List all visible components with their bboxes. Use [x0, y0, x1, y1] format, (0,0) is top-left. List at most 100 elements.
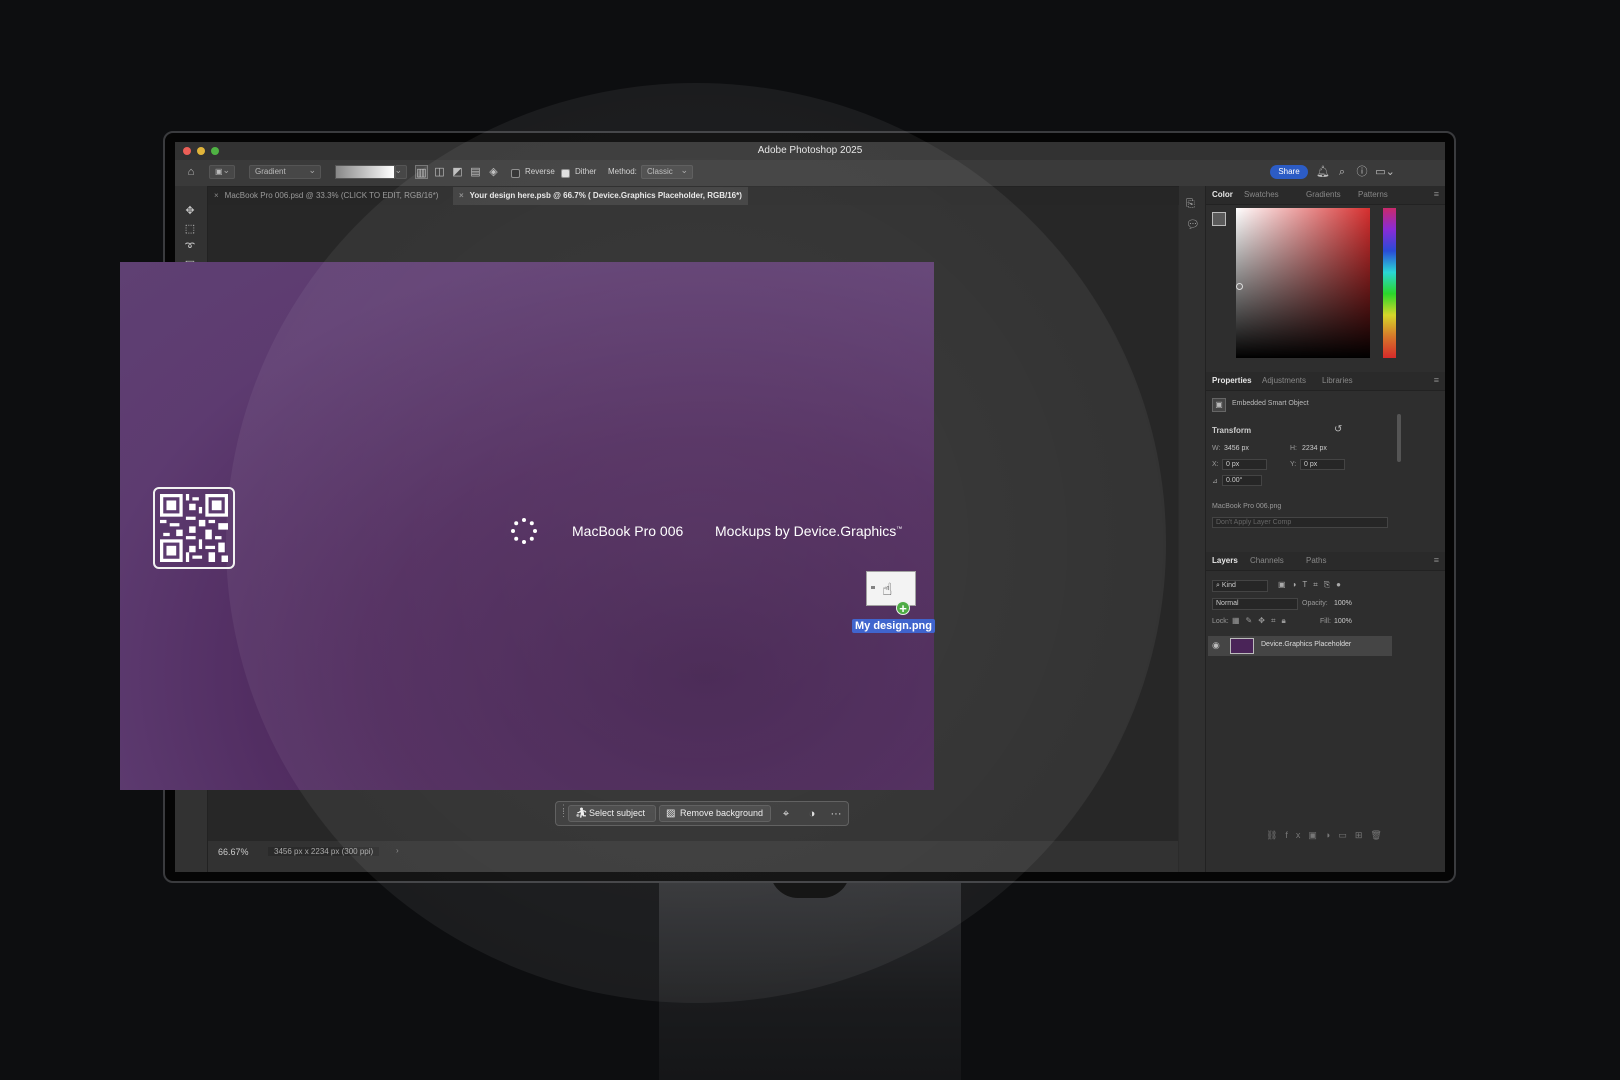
width-value[interactable]: 3456 px [1224, 445, 1249, 452]
remove-background-label: Remove background [680, 808, 764, 818]
reverse-label: Reverse [525, 167, 555, 176]
history-panel-icon[interactable]: ⎘ [1186, 198, 1195, 211]
reflected-gradient-icon[interactable]: ▤ [469, 165, 482, 179]
y-input[interactable]: 0 px [1300, 459, 1345, 470]
tab-macbook-pro-psd[interactable]: × MacBook Pro 006.psd @ 33.3% (CLICK TO E… [208, 187, 453, 205]
status-bar: 66.67% 3456 px x 2234 px (300 ppi) › [208, 841, 1178, 872]
x-label: X: [1212, 461, 1219, 468]
tab-patterns[interactable]: Patterns [1358, 190, 1388, 199]
tab-channels[interactable]: Channels [1250, 556, 1284, 565]
layers-panel-tabs: Layers Channels Paths ≡ [1206, 552, 1445, 571]
color-panel-tabs: Color Swatches Gradients Patterns ≡ [1206, 186, 1445, 205]
tool-preset-picker[interactable]: ▣ [209, 164, 235, 179]
more-options-icon[interactable]: ··· [828, 806, 844, 822]
monitor-stand [659, 883, 961, 1080]
add-copy-icon: + [896, 601, 910, 615]
tab-your-design-psb[interactable]: × Your design here.psb @ 66.7% ( Device.G… [453, 187, 748, 205]
panel-menu-icon[interactable]: ≡ [1434, 375, 1439, 385]
loading-spinner-icon [511, 518, 537, 544]
tab-swatches[interactable]: Swatches [1244, 190, 1279, 199]
dither-label: Dither [575, 167, 597, 176]
tab-properties[interactable]: Properties [1212, 376, 1252, 385]
qr-code [153, 487, 235, 569]
document-tabs: × MacBook Pro 006.psd @ 33.3% (CLICK TO E… [208, 187, 1208, 205]
linear-gradient-icon[interactable]: ▥ [415, 165, 428, 179]
select-subject-label: Select subject [589, 808, 646, 818]
lock-icons[interactable]: ▦✎✥⌗🔒︎ [1232, 616, 1292, 626]
fill-value[interactable]: 100% [1334, 618, 1352, 625]
color-picker-cursor[interactable] [1236, 283, 1243, 290]
y-label: Y: [1290, 461, 1297, 468]
gradient-picker-arrow[interactable] [394, 164, 407, 179]
remove-background-button[interactable]: ▨ Remove background [659, 805, 771, 822]
document-canvas[interactable]: MacBook Pro 006 Mockups by Device.Graphi… [120, 262, 934, 790]
height-value[interactable]: 2234 px [1302, 445, 1327, 452]
person-icon: ⛹︎ [575, 808, 588, 819]
method-label: Method: [608, 167, 637, 176]
x-input[interactable]: 0 px [1222, 459, 1267, 470]
close-tab-icon[interactable]: × [214, 191, 219, 200]
linked-file-name: MacBook Pro 006.png [1212, 503, 1282, 510]
close-tab-icon[interactable]: × [459, 191, 464, 200]
gradient-swatch[interactable] [335, 165, 395, 179]
document-info[interactable]: 3456 px x 2234 px (300 ppi) [268, 847, 380, 856]
angle-gradient-icon[interactable]: ◩ [451, 165, 464, 179]
bell-icon[interactable]: 🔔︎ [1316, 165, 1330, 179]
radial-gradient-icon[interactable]: ◫ [433, 165, 446, 179]
opacity-label: Opacity: [1302, 600, 1328, 607]
tab-adjustments[interactable]: Adjustments [1262, 376, 1306, 385]
home-icon[interactable]: ⌂ [183, 165, 199, 179]
transform-heading: Transform [1212, 426, 1252, 435]
panel-menu-icon[interactable]: ≡ [1434, 189, 1439, 199]
gradient-preset-dropdown[interactable]: Gradient [249, 164, 321, 179]
help-icon[interactable]: ⓘ [1355, 165, 1369, 179]
image-icon: ▨ [666, 808, 676, 819]
adjustment-icon[interactable]: ◑ [804, 806, 820, 822]
tab-paths[interactable]: Paths [1306, 556, 1326, 565]
reset-transform-icon[interactable]: ↺ [1334, 424, 1342, 435]
hand-cursor-icon: ☝︎ [882, 580, 893, 599]
diamond-gradient-icon[interactable]: ◈ [487, 165, 500, 179]
lasso-tool-icon[interactable]: ➰︎ [182, 240, 198, 254]
color-fg-swatch[interactable] [1212, 212, 1226, 226]
tab-color[interactable]: Color [1212, 190, 1233, 199]
panel-icon-strip: ⎘ 💬︎ [1179, 186, 1206, 872]
transform-icon[interactable]: ⌖ [778, 806, 794, 822]
color-picker-field[interactable] [1236, 208, 1370, 358]
method-dropdown[interactable]: Classic [641, 164, 693, 179]
qr-code-pattern [160, 494, 228, 562]
layer-comp-dropdown[interactable]: Don't Apply Layer Comp [1212, 517, 1388, 528]
status-chevron-icon[interactable]: › [396, 846, 399, 855]
eye-icon[interactable]: ◉ [1212, 640, 1220, 651]
opacity-value[interactable]: 100% [1334, 600, 1352, 607]
drag-handle-icon[interactable]: ⋮ ⋮ [559, 804, 568, 818]
layer-filter-icons[interactable]: ▣◑T⌗⎘● [1278, 580, 1347, 590]
properties-panel-tabs: Properties Adjustments Libraries ≡ [1206, 372, 1445, 391]
tab-gradients[interactable]: Gradients [1306, 190, 1341, 199]
tab-layers[interactable]: Layers [1212, 556, 1238, 565]
marquee-tool-icon[interactable]: ⬚ [182, 222, 198, 236]
layer-filter-kind[interactable]: ⌕ Kind [1212, 580, 1268, 592]
layer-row[interactable]: ◉ Device.Graphics Placeholder [1208, 636, 1392, 656]
comments-panel-icon[interactable]: 💬︎ [1186, 218, 1200, 231]
tab-libraries[interactable]: Libraries [1322, 376, 1353, 385]
right-panels: Color Swatches Gradients Patterns ≡ Prop… [1206, 186, 1445, 872]
select-subject-button[interactable]: ⛹︎ Select subject [568, 805, 656, 822]
move-tool-icon[interactable]: ✥ [182, 204, 198, 218]
hue-slider[interactable] [1383, 208, 1396, 358]
blend-mode-dropdown[interactable]: Normal [1212, 598, 1298, 610]
panel-menu-icon[interactable]: ≡ [1434, 555, 1439, 565]
angle-input[interactable]: 0.00° [1222, 475, 1262, 486]
reverse-checkbox[interactable] [511, 169, 520, 178]
credit-text: Mockups by Device.Graphics [715, 523, 897, 539]
search-icon[interactable]: ⌕ [1335, 165, 1349, 179]
layers-footer-icons[interactable]: ⛓fx▣◑▭⊞🗑︎ [1266, 830, 1390, 841]
contextual-task-bar: ⋮ ⋮ ⛹︎ Select subject ▨ Remove background ⌖… [555, 801, 849, 826]
dither-checkbox[interactable] [561, 169, 570, 178]
zoom-level[interactable]: 66.67% [218, 847, 249, 857]
options-bar: ⌂ ▣ Gradient ▥ ◫ ◩ ▤ ◈ Reverse Dither Me… [175, 160, 1445, 187]
workspace-switcher-icon[interactable]: ▭⌄ [1374, 165, 1396, 179]
properties-scrollbar[interactable] [1397, 414, 1401, 462]
share-button[interactable]: Share [1270, 165, 1308, 179]
dragged-file-thumbnail[interactable]: ☝︎ [866, 571, 916, 606]
